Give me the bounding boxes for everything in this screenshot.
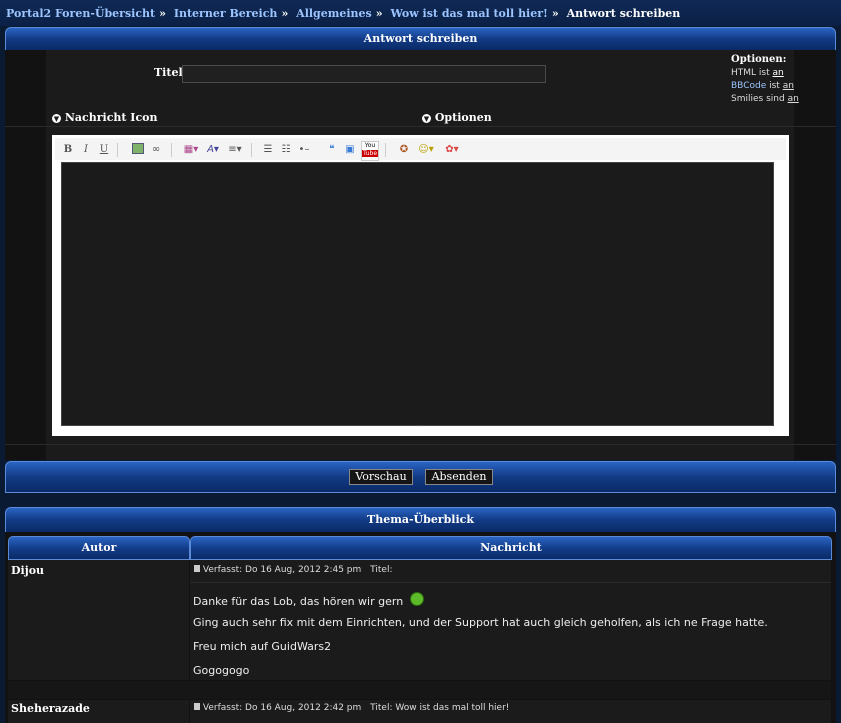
code-icon[interactable]: ▣	[343, 143, 357, 157]
bold-icon[interactable]: B	[61, 143, 75, 157]
underline-icon[interactable]: U	[97, 143, 111, 157]
quote-icon[interactable]: ❝	[325, 143, 339, 157]
chevron-down-icon: ▼	[52, 113, 61, 123]
toolbar-separator	[251, 143, 252, 157]
title-input[interactable]	[182, 65, 546, 83]
image-icon[interactable]	[131, 143, 145, 157]
breadcrumb-forum-index[interactable]: Portal2 Foren-Übersicht	[6, 7, 155, 20]
option-bbcode-state[interactable]: an	[783, 81, 794, 91]
post-date: Verfasst: Do 16 Aug, 2012 2:45 pm	[202, 565, 362, 575]
option-smilies-state[interactable]: an	[788, 94, 799, 104]
editor-toolbar: B I U ∞ ▦▾ A▾ ≡▾ ☰ ☷ •– ❝ ▣ You Tube ✪ ☺…	[55, 138, 786, 161]
breadcrumb-general[interactable]: Allgemeines	[296, 7, 372, 20]
option-smilies: Smilies sind an	[731, 94, 799, 104]
post-title-label: Titel:	[370, 703, 393, 713]
resize-handle-icon[interactable]: ⋯	[412, 424, 428, 430]
reply-form-header: Antwort schreiben	[5, 27, 836, 51]
options-heading: Optionen:	[731, 54, 787, 65]
color-picker-icon[interactable]: ▦▾	[181, 143, 201, 157]
align-icon[interactable]: ≡▾	[225, 143, 245, 157]
breadcrumb-topic[interactable]: Wow ist das mal toll hier!	[390, 7, 547, 20]
post-line: Freu mich auf GuidWars2	[193, 640, 332, 653]
column-header-author: Autor	[8, 536, 190, 560]
post-icon	[194, 703, 200, 710]
more-icon[interactable]: ✿▾	[441, 143, 463, 157]
post-line: Ging auch sehr fix mit dem Einrichten, u…	[193, 616, 768, 629]
youtube-icon[interactable]: You Tube	[361, 141, 379, 161]
post-title: Wow ist das mal toll hier!	[395, 703, 510, 713]
toolbar-separator	[385, 143, 386, 157]
option-bbcode-mid: ist	[769, 81, 780, 91]
message-icon-label: Nachricht Icon	[64, 111, 158, 124]
post-title-label: Titel:	[370, 565, 393, 575]
preview-button[interactable]: Vorschau	[349, 469, 413, 485]
toolbar-separator	[117, 143, 118, 157]
green-smiley-icon	[409, 592, 424, 606]
post-author: Sheherazade	[11, 702, 90, 715]
post-separator	[8, 681, 831, 699]
italic-icon[interactable]: I	[79, 143, 93, 157]
post-meta: Verfasst: Do 16 Aug, 2012 2:42 pm Titel:…	[194, 703, 509, 713]
option-html: HTML ist an	[731, 68, 784, 78]
breadcrumb-current: Antwort schreiben	[566, 7, 681, 20]
option-bbcode: BBCode ist an	[731, 81, 794, 91]
post-line: Gogogogo	[193, 664, 250, 677]
numbered-list-icon[interactable]: ☷	[279, 143, 293, 157]
bullet-list-icon[interactable]: ☰	[261, 143, 275, 157]
divider	[5, 444, 836, 445]
chevron-down-icon: ▼	[422, 113, 431, 123]
column-header-message: Nachricht	[190, 536, 832, 560]
font-style-icon[interactable]: A▾	[203, 143, 223, 157]
divider	[5, 126, 836, 127]
post-date: Verfasst: Do 16 Aug, 2012 2:42 pm	[202, 703, 362, 713]
youtube-icon-top: You	[364, 142, 376, 149]
options-label: Optionen	[434, 111, 492, 124]
breadcrumb: Portal2 Foren-Übersicht» Interner Bereic…	[0, 0, 841, 26]
thread-overview-header: Thema-Überblick	[5, 507, 836, 533]
post-author-cell	[8, 560, 189, 680]
toolbar-separator	[171, 143, 172, 157]
post-author: Dijou	[11, 564, 45, 577]
submit-button[interactable]: Absenden	[425, 469, 493, 485]
link-icon[interactable]: ∞	[149, 143, 163, 157]
option-bbcode-link[interactable]: BBCode	[731, 81, 766, 91]
option-html-label: HTML ist	[731, 68, 770, 78]
post-line: Danke für das Lob, das hören wir gern	[193, 592, 424, 608]
post-meta: Verfasst: Do 16 Aug, 2012 2:45 pm Titel:	[194, 565, 392, 575]
form-actions-bar	[5, 461, 836, 493]
post-icon	[194, 565, 200, 572]
smiley-icon[interactable]: ☺▾	[415, 143, 437, 157]
badge-icon[interactable]: ✪	[397, 143, 411, 157]
post-line-text: Danke für das Lob, das hören wir gern	[193, 595, 404, 608]
horizontal-rule-icon[interactable]: •–	[297, 143, 311, 157]
option-smilies-label: Smilies sind	[731, 94, 785, 104]
message-icon-toggle[interactable]: ▼ Nachricht Icon	[52, 111, 157, 124]
breadcrumb-internal-area[interactable]: Interner Bereich	[174, 7, 278, 20]
option-html-state[interactable]: an	[773, 68, 784, 78]
message-textarea[interactable]	[61, 162, 774, 426]
divider	[190, 582, 831, 583]
options-toggle[interactable]: ▼ Optionen	[422, 111, 492, 124]
youtube-icon-bottom: Tube	[362, 150, 379, 157]
